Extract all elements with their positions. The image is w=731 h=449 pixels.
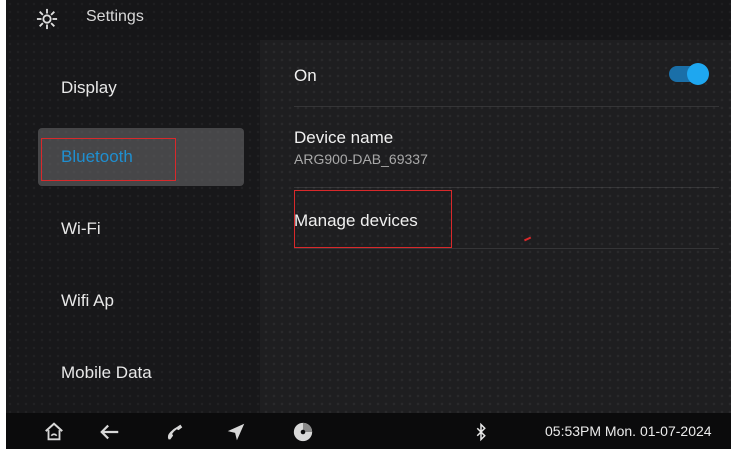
bluetooth-on-label: On <box>294 66 317 85</box>
sidebar-item-label: Mobile Data <box>61 363 152 382</box>
page-title: Settings <box>86 8 144 25</box>
highlight-box <box>294 190 452 248</box>
sidebar-item-label: Bluetooth <box>61 147 133 166</box>
bluetooth-on-row[interactable]: On <box>294 40 719 107</box>
sidebar-item-display[interactable]: Display <box>38 59 244 117</box>
sidebar-item-bluetooth[interactable]: Bluetooth <box>38 128 244 186</box>
toggle-knob <box>687 63 709 85</box>
sidebar-item-wifi-ap[interactable]: Wifi Ap <box>38 272 244 330</box>
sidebar-item-label: Wifi Ap <box>61 291 114 310</box>
settings-sidebar: Display Bluetooth Wi-Fi Wifi Ap Mobile D… <box>6 40 260 413</box>
device-name-value: ARG900-DAB_69337 <box>294 151 428 167</box>
device-name-row[interactable]: Device name ARG900-DAB_69337 <box>294 107 719 188</box>
media-icon[interactable] <box>292 421 314 443</box>
title-bar: Settings <box>6 0 731 40</box>
bottom-navigation-bar: 05:53PM Mon. 01-07-2024 <box>6 413 731 449</box>
navigation-icon[interactable] <box>225 421 247 443</box>
bluetooth-icon <box>476 422 486 442</box>
sidebar-item-label: Display <box>61 78 117 97</box>
device-name-label: Device name <box>294 128 394 147</box>
home-icon[interactable] <box>43 421 65 443</box>
status-datetime: 05:53PM Mon. 01-07-2024 <box>545 423 712 439</box>
back-icon[interactable] <box>99 421 121 443</box>
settings-screen: Settings Display Bluetooth Wi-Fi Wifi Ap… <box>6 0 731 449</box>
sidebar-item-wifi[interactable]: Wi-Fi <box>38 200 244 258</box>
gear-icon <box>36 8 58 30</box>
bluetooth-toggle[interactable] <box>669 63 709 85</box>
sidebar-item-label: Wi-Fi <box>61 219 101 238</box>
sidebar-item-mobile-data[interactable]: Mobile Data <box>38 344 244 402</box>
phone-icon[interactable] <box>163 421 185 443</box>
